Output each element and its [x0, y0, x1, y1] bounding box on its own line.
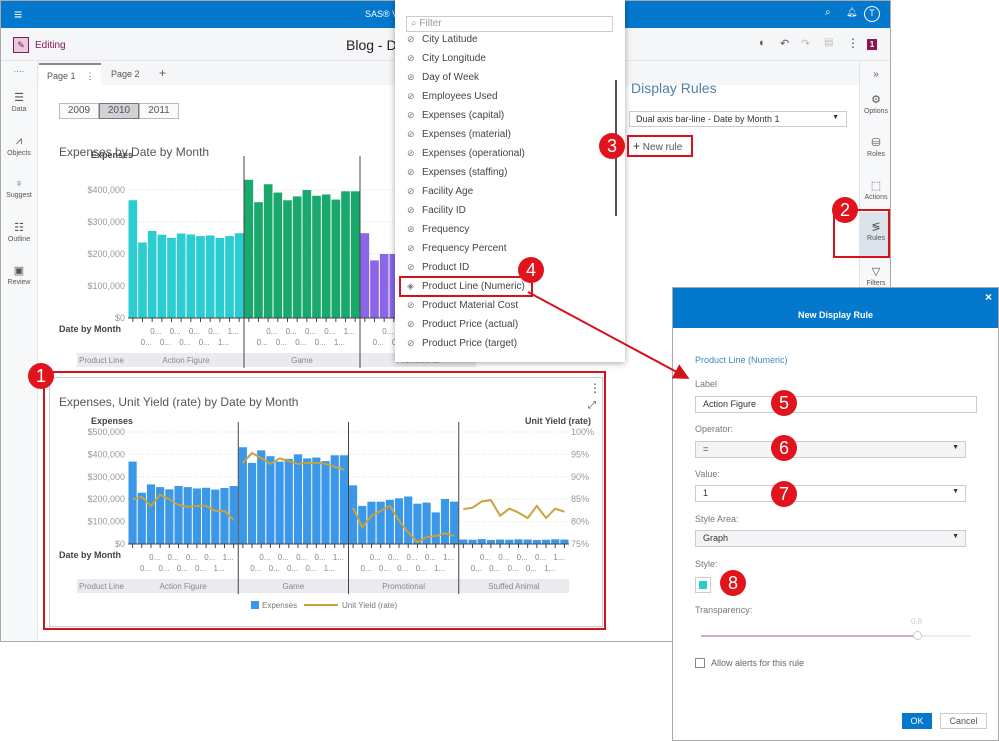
callout-7: 7 — [771, 481, 797, 507]
callout-4: 4 — [518, 257, 544, 283]
callout-arrow — [527, 291, 690, 379]
callout-6: 6 — [771, 435, 797, 461]
callout-2: 2 — [832, 197, 858, 223]
callout-1: 1 — [28, 363, 54, 389]
callout-8: 8 — [720, 570, 746, 596]
arrow-line — [527, 291, 690, 379]
callout-5: 5 — [771, 390, 797, 416]
callout-3: 3 — [599, 133, 625, 159]
